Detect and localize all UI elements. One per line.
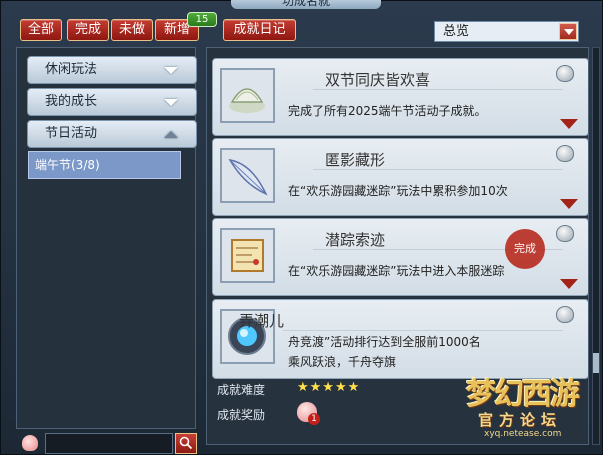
expand-arrow-icon[interactable] [560,119,578,129]
divider [283,330,563,331]
achievement-list[interactable]: 双节同庆皆欢喜 完成了所有2025端午节活动子成就。 匿影藏形 在“欢乐游园藏迷… [206,47,589,445]
achievement-card[interactable]: 匿影藏形 在“欢乐游园藏迷踪”玩法中累积参加10次 [212,138,588,216]
divider [313,89,563,90]
new-count-badge: 15 [187,12,217,27]
category-growth[interactable]: 我的成长 [27,88,197,116]
filter-done-button[interactable]: 完成 [67,19,109,41]
window-title: 功成名就 [231,0,381,9]
category-sidebar: 休闲玩法 我的成长 节日活动 [16,47,197,429]
chevron-down-icon [164,99,178,106]
achievement-window: 功成名就 全部 完成 未做 新增 15 成就日记 总览 休闲玩法 我的成长 节日… [0,0,603,455]
reward-label: 成就奖励 [217,408,266,422]
expand-arrow-icon[interactable] [560,199,578,209]
category-label: 我的成长 [45,94,98,109]
category-label: 节日活动 [45,126,98,141]
achievement-desc: 舟竞渡”活动排行达到全服前1000名 [288,335,481,349]
peach-icon [556,145,574,162]
view-select-value: 总览 [443,24,470,39]
chevron-up-icon [164,131,178,138]
chevron-down-icon[interactable] [559,23,577,40]
achievement-title: 潜踪索迹 [325,231,386,249]
chevron-down-icon [164,67,178,74]
peach-icon [556,306,574,323]
peach-icon [22,435,38,451]
category-label: 休闲玩法 [45,62,98,77]
list-scrollbar[interactable] [592,47,600,445]
scroll-thumb[interactable] [593,353,599,373]
reward-count-badge: 1 [308,413,320,425]
completed-stamp: 完成 [505,229,545,269]
achievement-title: 匿影藏形 [325,151,386,169]
difficulty-label: 成就难度 [217,383,266,397]
filter-undone-button[interactable]: 未做 [111,19,153,41]
sidebar-item-dragon-boat[interactable]: 端午节(3/8) [28,151,181,179]
achievement-card: 弄潮儿 舟竞渡”活动排行达到全服前1000名 乘风跃浪，千舟夺旗 [212,299,588,379]
feather-icon [220,148,275,203]
view-select[interactable]: 总览 [434,21,579,42]
achievement-card[interactable]: 双节同庆皆欢喜 完成了所有2025端午节活动子成就。 [212,58,588,136]
achievement-desc: 完成了所有2025端午节活动子成就。 [288,104,487,118]
achievement-flavor-text: 乘风跃浪，千舟夺旗 [288,355,397,369]
expand-arrow-icon[interactable] [560,279,578,289]
achievement-card-expanded[interactable]: 弄潮儿 舟竞渡”活动排行达到全服前1000名 乘风跃浪，千舟夺旗 成就难度 ★★… [212,299,588,444]
search-button[interactable] [175,433,197,454]
peach-icon [556,225,574,242]
achievement-title: 双节同庆皆欢喜 [325,71,431,89]
difficulty-stars: ★★★★★ [297,380,361,395]
search-icon [179,436,193,450]
search-input[interactable] [45,433,173,454]
scroll-map-icon [220,228,275,283]
peach-icon [556,65,574,82]
zongzi-icon [220,68,275,123]
achievement-title: 弄潮儿 [239,312,285,330]
achievement-desc: 在“欢乐游园藏迷踪”玩法中累积参加10次 [288,184,508,198]
category-festival[interactable]: 节日活动 [27,120,197,148]
filter-all-button[interactable]: 全部 [20,19,62,41]
divider [313,169,563,170]
category-leisure[interactable]: 休闲玩法 [27,56,197,84]
achievement-diary-button[interactable]: 成就日记 [223,19,296,41]
